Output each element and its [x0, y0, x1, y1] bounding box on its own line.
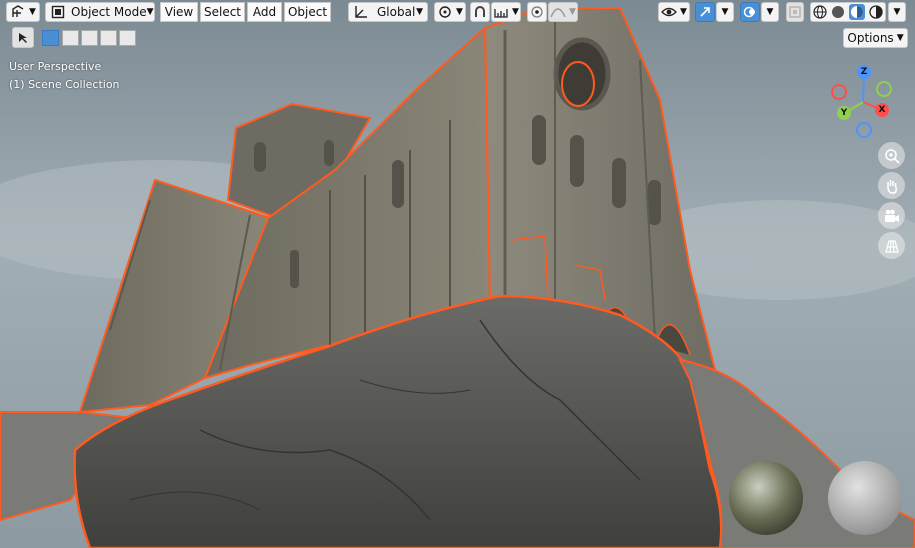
- material-sphere-icon[interactable]: [849, 4, 865, 20]
- gizmo-axis-z[interactable]: Z: [857, 65, 871, 79]
- snap-toggle[interactable]: [470, 2, 490, 22]
- gizmo-axis-y[interactable]: Y: [837, 106, 851, 120]
- pivot-point-icon: [437, 5, 453, 19]
- zoom-button[interactable]: [878, 142, 905, 169]
- select-mode-invert[interactable]: [100, 30, 117, 46]
- object-cube-icon: [51, 5, 65, 19]
- gizmo-toggle[interactable]: [695, 2, 715, 22]
- select-mode-extend[interactable]: [62, 30, 79, 46]
- chevron-down-icon: ▼: [416, 7, 423, 17]
- proportional-edit-icon: [530, 5, 544, 19]
- menu-view[interactable]: View: [160, 2, 198, 22]
- grid-icon: [884, 238, 900, 254]
- chevron-down-icon: ▼: [146, 7, 154, 17]
- scene-render[interactable]: [0, 0, 915, 548]
- solid-sphere-icon[interactable]: [831, 5, 845, 19]
- falloff-curve-icon: [550, 5, 566, 19]
- chevron-down-icon: ▼: [896, 33, 904, 43]
- cursor-arrow-icon: [17, 32, 29, 44]
- view-name-label: User Perspective: [9, 60, 102, 73]
- zoom-icon: [884, 148, 900, 164]
- visibility-dropdown[interactable]: ▼: [658, 2, 690, 22]
- pan-button[interactable]: [878, 172, 905, 199]
- chevron-down-icon: ▼: [29, 7, 36, 17]
- proportional-edit-toggle[interactable]: [527, 2, 547, 22]
- camera-icon: [884, 208, 900, 224]
- select-mode-subtract[interactable]: [81, 30, 98, 46]
- rendered-sphere-icon[interactable]: [869, 5, 883, 19]
- xray-toggle[interactable]: [786, 2, 804, 22]
- gizmo-axis-neg-z[interactable]: [856, 122, 872, 138]
- gizmo-axis-neg-y[interactable]: [876, 81, 892, 97]
- editor-type-button[interactable]: ▼: [6, 2, 40, 22]
- navigation-gizmo[interactable]: Z X Y: [828, 62, 898, 142]
- gizmo-axis-neg-x[interactable]: [831, 84, 847, 100]
- camera-view-button[interactable]: [878, 202, 905, 229]
- overlays-dropdown[interactable]: ▼: [761, 2, 779, 22]
- proportional-falloff-dropdown[interactable]: ▼: [548, 2, 578, 22]
- chevron-down-icon: ▼: [512, 7, 519, 17]
- toggle-ortho-button[interactable]: [878, 232, 905, 259]
- shading-mode-group: [810, 2, 886, 22]
- chevron-down-icon: ▼: [893, 7, 901, 17]
- transform-gizmo-icon: [10, 5, 26, 19]
- magnet-icon: [473, 5, 487, 19]
- axis-orientation-icon: [353, 5, 369, 19]
- options-label: Options: [847, 31, 894, 45]
- chevron-down-icon: ▼: [569, 7, 576, 17]
- shading-dropdown[interactable]: ▼: [888, 2, 906, 22]
- chevron-down-icon: ▼: [680, 7, 687, 17]
- gizmo-toggle-icon: [698, 5, 712, 19]
- snap-target-dropdown[interactable]: ▼: [491, 2, 521, 22]
- xray-icon: [789, 6, 801, 18]
- mode-dropdown[interactable]: Object Mode ▼: [45, 2, 155, 22]
- wireframe-sphere-icon[interactable]: [813, 5, 827, 19]
- menu-object[interactable]: Object: [284, 2, 331, 22]
- material-preview-sphere: [828, 461, 902, 535]
- options-dropdown[interactable]: Options ▼: [843, 28, 908, 48]
- menu-select[interactable]: Select: [200, 2, 245, 22]
- select-mode-new[interactable]: [42, 30, 59, 46]
- transform-orientation-dropdown[interactable]: Global ▼: [348, 2, 428, 22]
- chevron-down-icon: ▼: [721, 7, 729, 17]
- select-mode-intersect[interactable]: [119, 30, 136, 46]
- gizmo-axis-x[interactable]: X: [875, 103, 889, 117]
- mode-label: Object Mode: [71, 5, 147, 19]
- collection-label: (1) Scene Collection: [9, 78, 120, 91]
- eye-icon: [661, 5, 677, 19]
- hdri-preview-sphere: [729, 461, 803, 535]
- hand-icon: [884, 178, 900, 194]
- pivot-point-dropdown[interactable]: ▼: [434, 2, 466, 22]
- menu-add[interactable]: Add: [247, 2, 282, 22]
- select-tool-button[interactable]: [12, 27, 34, 48]
- 3d-viewport[interactable]: [0, 0, 915, 548]
- chevron-down-icon: ▼: [766, 7, 774, 17]
- overlay-icon: [743, 5, 757, 19]
- snap-increment-icon: [493, 5, 509, 19]
- gizmo-dropdown[interactable]: ▼: [716, 2, 734, 22]
- chevron-down-icon: ▼: [456, 7, 463, 17]
- orientation-label: Global: [377, 5, 416, 19]
- overlays-toggle[interactable]: [740, 2, 760, 22]
